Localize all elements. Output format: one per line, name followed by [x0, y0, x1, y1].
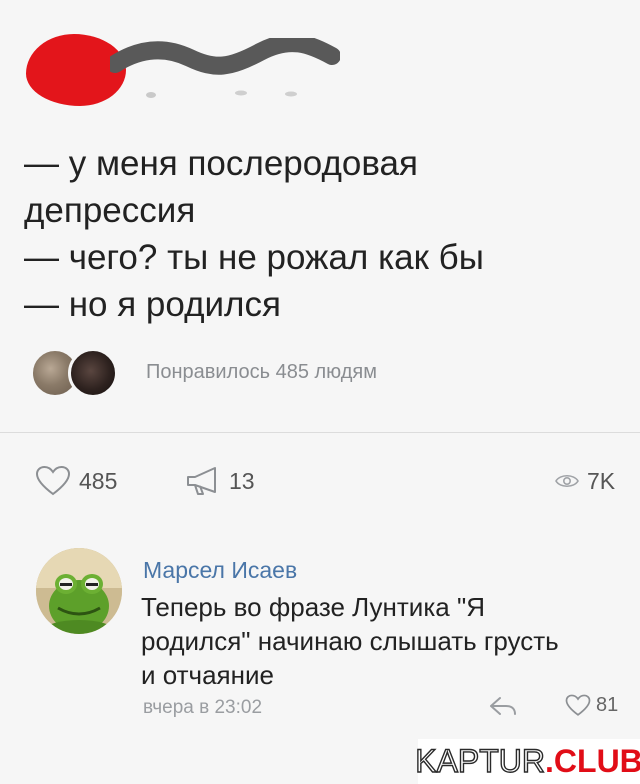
comment-line: Теперь во фразе Лунтика "Я [141, 592, 485, 622]
post-line: — у меня послеродовая [24, 144, 418, 183]
megaphone-icon [187, 467, 216, 495]
redacted-author-name [110, 38, 340, 75]
site-watermark: KAPTUR .CLUB [415, 739, 640, 784]
post-line: депрессия [24, 191, 196, 230]
like-count: 485 [79, 467, 118, 494]
comment-like-count: 81 [596, 694, 619, 716]
share-count: 13 [229, 467, 255, 494]
comment-line: и отчаяние [141, 660, 274, 690]
post-text: — у меня послеродовая депрессия — чего? … [24, 140, 624, 328]
watermark-part1: KAPTUR [415, 742, 546, 779]
comment-text: Теперь во фразе Лунтика "Я родился" начи… [141, 590, 621, 692]
watermark-part2: .CLUB [545, 743, 640, 779]
like-button[interactable]: 485 [35, 463, 117, 499]
views-count: 7K [587, 467, 616, 494]
kermit-avatar-image [36, 548, 122, 634]
share-button[interactable]: 13 [185, 463, 255, 499]
likers-summary[interactable]: Понравилось 485 людям [146, 361, 377, 384]
post-line: — чего? ты не рожал как бы [24, 238, 484, 277]
comment-timestamp: вчера в 23:02 [143, 697, 263, 718]
comment-like-button[interactable]: 81 [565, 694, 618, 717]
comment-author-link[interactable]: Марсел Исаев [143, 557, 297, 584]
divider [0, 432, 640, 433]
liker-avatars[interactable] [30, 348, 140, 398]
heart-icon [565, 694, 591, 716]
eye-icon [555, 474, 579, 488]
redacted-date [146, 90, 297, 98]
post-line: — но я родился [24, 285, 281, 324]
reply-button[interactable] [488, 695, 518, 722]
liker-avatar[interactable] [68, 348, 118, 398]
commenter-avatar[interactable] [36, 548, 122, 634]
heart-icon [35, 465, 71, 496]
comment-line: родился" начинаю слышать грусть [141, 626, 559, 656]
reply-icon [490, 697, 516, 715]
views-counter: 7K [555, 463, 615, 499]
